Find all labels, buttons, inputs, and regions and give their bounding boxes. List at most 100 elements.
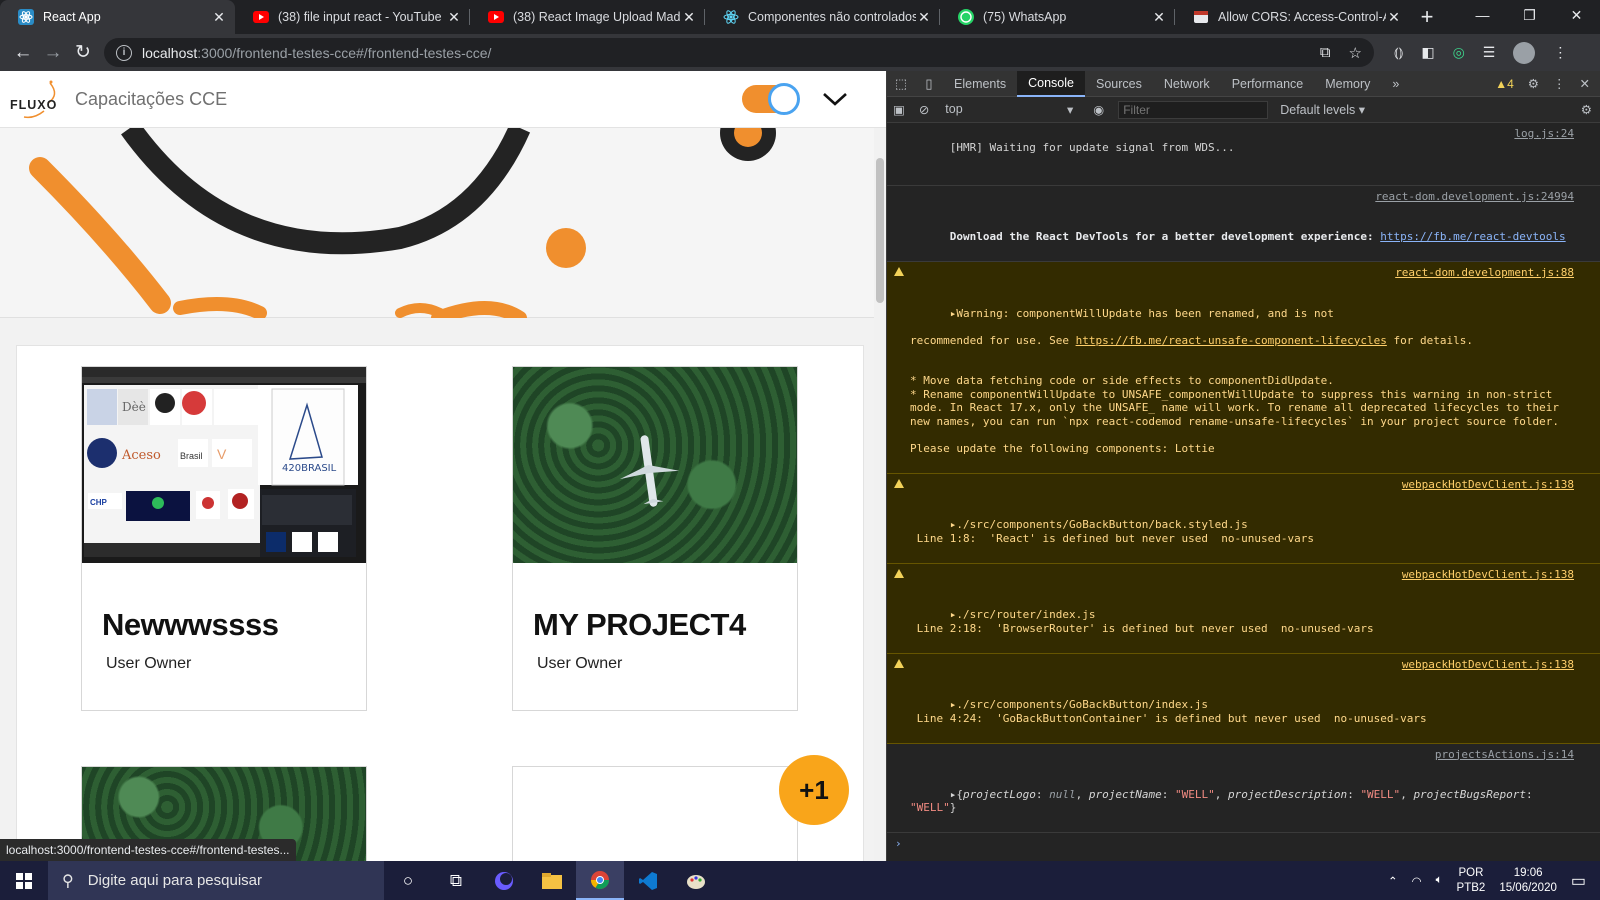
live-expression-eye-icon[interactable]: ◉ [1093,102,1104,117]
tab-close-icon[interactable]: ✕ [681,9,697,26]
settings-gear-icon[interactable]: ⚙ [1528,76,1539,91]
add-project-button[interactable]: +1 [779,755,849,825]
source-link[interactable]: projectsActions.js:14 [1435,748,1574,762]
reload-button[interactable]: ↻ [68,38,98,68]
menu-kebab-icon[interactable]: ⋮ [1553,44,1567,61]
page-viewport: FLUXO Capacitações CCE Dèè Aceso Brasil … [0,71,886,861]
info-icon[interactable]: i [116,44,132,61]
tab-title: (38) React Image Upload Made [513,10,681,24]
tab-network[interactable]: Network [1153,71,1221,97]
back-button[interactable]: ← [8,38,38,68]
console-settings-gear-icon[interactable]: ⚙ [1581,102,1592,117]
tab-close-icon[interactable]: ✕ [916,9,932,26]
tab-close-icon[interactable]: ✕ [1386,9,1402,26]
tab-title: Allow CORS: Access-Control-Al [1218,10,1386,24]
tab-sources[interactable]: Sources [1085,71,1153,97]
console-filter-input[interactable] [1118,100,1269,119]
theme-toggle[interactable] [742,83,800,115]
project-card[interactable]: MY PROJECT4 User Owner [512,366,798,711]
fluxo-logo[interactable]: FLUXO [10,77,65,121]
tab-react-app[interactable]: React App ✕ [0,0,235,34]
clear-console-icon[interactable]: ⊘ [919,102,929,117]
unsafe-lifecycles-link[interactable]: https://fb.me/react-unsafe-component-lif… [1076,334,1387,347]
console-object-log[interactable]: projectsActions.js:14 ▸{projectLogo: nul… [887,744,1600,833]
language-indicator[interactable]: POR PTB2 [1457,866,1486,896]
react-devtools-link[interactable]: https://fb.me/react-devtools [1380,230,1565,243]
tab-youtube-file-input[interactable]: (38) file input react - YouTube ✕ [235,0,470,34]
tab-close-icon[interactable]: ✕ [446,9,462,26]
media-queue-icon[interactable]: ☰ [1483,44,1496,61]
context-selector[interactable]: top ▾ [945,102,1073,117]
log-levels-dropdown[interactable]: Default levels ▾ [1280,102,1365,117]
source-link[interactable]: webpackHotDevClient.js:138 [1401,657,1574,671]
warning-icon [894,658,904,668]
url-host: localhost [142,44,198,61]
source-link[interactable]: webpackHotDevClient.js:138 [1401,567,1574,581]
taskbar-search[interactable]: ⚲ Digite aqui para pesquisar [48,861,384,900]
clock[interactable]: 19:06 15/06/2020 [1499,866,1557,896]
menu-kebab-icon[interactable]: ⋮ [1553,76,1566,91]
hero-animation [0,105,880,325]
address-bar[interactable]: i localhost:3000/frontend-testes-cce#/fr… [104,38,1374,67]
console-warning: react-dom.development.js:88 ▸Warning: co… [887,262,1600,474]
source-link[interactable]: react-dom.development.js:24994 [1375,190,1574,204]
notifications-icon[interactable]: ▭ [1571,871,1586,891]
tab-react-docs[interactable]: Componentes não controlados ✕ [705,0,940,34]
arrow-right-icon: → [43,41,63,63]
more-tabs-button[interactable]: » [1381,71,1410,97]
tab-console[interactable]: Console [1017,70,1085,97]
task-view-icon[interactable]: ⧉ [432,861,480,900]
warning-icon [894,267,904,276]
project-card[interactable] [512,766,798,861]
tab-performance[interactable]: Performance [1221,71,1315,97]
tab-elements[interactable]: Elements [943,71,1017,97]
extension-icon[interactable]: ◎ [1453,44,1465,61]
tab-whatsapp[interactable]: (75) WhatsApp ✕ [940,0,1175,34]
source-link[interactable]: react-dom.development.js:88 [1395,266,1574,280]
new-tab-button[interactable]: + [1410,0,1444,34]
vscode-icon[interactable] [624,861,672,900]
source-link[interactable]: log.js:24 [1514,127,1574,141]
project-card[interactable]: Dèè Aceso Brasil V CHP 420BRASIL Newwwss… [81,366,367,711]
tab-youtube-image-upload[interactable]: (38) React Image Upload Made ✕ [470,0,705,34]
tab-memory[interactable]: Memory [1314,71,1381,97]
maximize-button[interactable]: ❐ [1506,0,1553,30]
tab-close-icon[interactable]: ✕ [211,9,227,26]
profile-avatar[interactable] [1513,41,1536,64]
device-toolbar-icon[interactable]: ▯ [915,76,943,92]
translate-icon[interactable]: ⧉ [1320,44,1331,62]
forward-button[interactable]: → [38,38,68,68]
volume-icon[interactable]: 🔈︎ [1436,874,1443,887]
chrome-icon[interactable] [576,861,624,900]
app-icon[interactable] [480,861,528,900]
tab-allow-cors[interactable]: Allow CORS: Access-Control-Al ✕ [1175,0,1410,34]
project-owner: User Owner [537,655,623,672]
file-explorer-icon[interactable] [528,861,576,900]
arrow-left-icon: ← [13,41,33,63]
cortana-icon[interactable]: ○ [384,861,432,900]
warning-icon [894,478,904,488]
page-scrollbar[interactable] [874,128,886,861]
close-devtools-icon[interactable]: ✕ [1580,76,1590,91]
devtools-panel: ⬚ ▯ Elements Console Sources Network Per… [886,70,1600,861]
source-link[interactable]: webpackHotDevClient.js:138 [1401,477,1574,491]
inspect-element-icon[interactable]: ⬚ [887,76,915,92]
bookmark-star-icon[interactable]: ☆ [1349,44,1362,62]
console-prompt[interactable]: › [887,833,1600,855]
chevron-up-icon[interactable]: ⌃ [1388,874,1398,888]
extension-icon[interactable]: ⦅⦆ [1394,44,1403,61]
tab-title: (38) file input react - YouTube [278,10,442,24]
paint-icon[interactable] [672,861,720,900]
svg-text:CHP: CHP [90,498,108,507]
close-window-button[interactable]: ✕ [1553,0,1600,30]
chevron-down-icon[interactable] [822,86,848,112]
network-icon[interactable]: ◠ [1412,874,1422,888]
minimize-button[interactable]: — [1459,0,1506,30]
tab-close-icon[interactable]: ✕ [1151,9,1167,26]
project-name: MY PROJECT4 [533,607,746,642]
warning-count-badge[interactable]: ▲4 [1495,77,1514,91]
tab-title: (75) WhatsApp [983,10,1067,24]
sidebar-toggle-icon[interactable]: ▣ [893,102,905,117]
extension-icon[interactable]: ◧ [1421,44,1434,61]
start-button[interactable] [0,861,48,900]
